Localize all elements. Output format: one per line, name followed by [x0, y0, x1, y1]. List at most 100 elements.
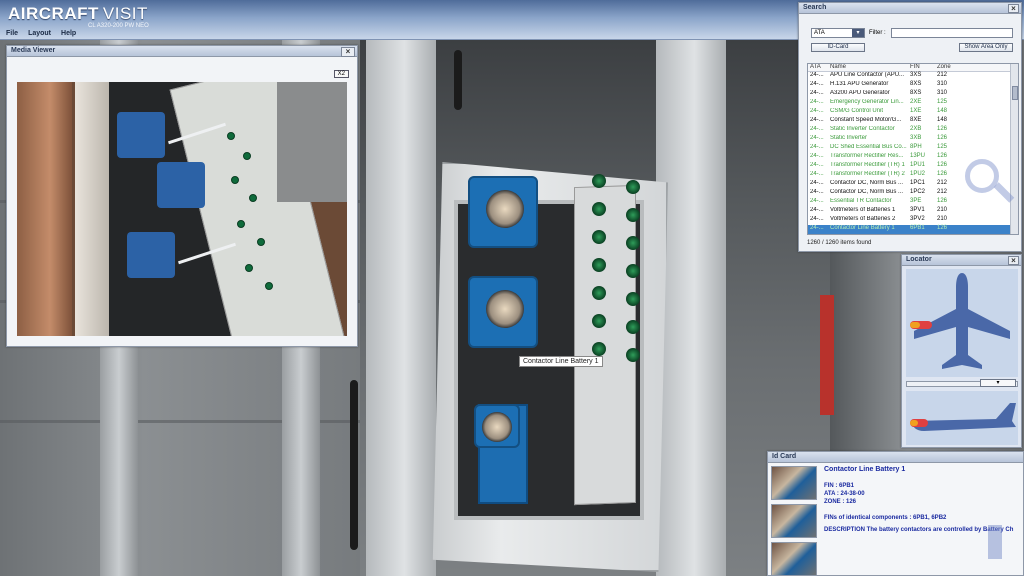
menu-file[interactable]: File — [6, 30, 18, 40]
list-item[interactable]: 24-... Essential TR Contactor 3PE 126 — [808, 198, 1018, 207]
col-ata[interactable]: ATA — [808, 64, 830, 71]
hover-tooltip: Contactor Line Battery 1 — [519, 356, 603, 367]
circuit-breaker[interactable] — [592, 174, 606, 188]
cell-name: Essential TR Contactor — [830, 198, 892, 204]
list-scrollbar[interactable] — [1010, 64, 1018, 234]
photo-thumbnail[interactable] — [771, 542, 817, 576]
cell-ata: 24-... — [810, 126, 824, 132]
aircraft-plan-icon — [910, 273, 1010, 369]
circuit-breaker[interactable] — [626, 348, 640, 362]
cell-fin: 1PC1 — [910, 180, 926, 186]
cell-ata: 24-... — [810, 225, 824, 231]
locator-title: Locator × — [902, 255, 1021, 266]
cell-fin: 3XB — [910, 135, 922, 141]
contactor-coil[interactable] — [474, 404, 520, 448]
cell-zone: 126 — [937, 135, 948, 141]
list-item[interactable]: 24-... DC Shed Essential Bus Co... 8PH 125 — [808, 144, 1018, 153]
cell-zone: 310 — [937, 90, 948, 96]
close-icon[interactable]: × — [341, 47, 355, 57]
list-item[interactable]: 24-... Emergency Generator Lin... 2XE 125 — [808, 99, 1018, 108]
circuit-breaker[interactable] — [626, 320, 640, 334]
circuit-breaker[interactable] — [626, 236, 640, 250]
list-item[interactable]: 24-... APU Line Contactor (APU... 3XS 212 — [808, 72, 1018, 81]
search-title: Search × — [799, 3, 1021, 14]
circuit-breaker[interactable] — [592, 230, 606, 244]
cell-zone: 125 — [937, 99, 948, 105]
component-list: ATA Name FIN Zone 24-... APU Line Contact… — [807, 63, 1019, 235]
cell-ata: 24-... — [810, 81, 824, 87]
col-zone[interactable]: Zone — [937, 64, 961, 71]
menu-help[interactable]: Help — [61, 30, 76, 40]
cell-ata: 24-... — [810, 108, 824, 114]
col-fin[interactable]: FIN — [910, 64, 937, 71]
battery-contactor-relay[interactable] — [468, 276, 538, 348]
list-item[interactable]: 24-... CSM/G Control Unit 1XE 148 — [808, 108, 1018, 117]
cell-name: Static Inverter — [830, 135, 868, 141]
photo-thumbnail[interactable] — [771, 504, 817, 538]
photo-thumbnail[interactable] — [771, 466, 817, 500]
result-count: 1260 / 1260 items found — [807, 240, 872, 246]
close-icon[interactable]: × — [1008, 4, 1019, 13]
close-icon[interactable]: × — [1008, 256, 1019, 265]
cell-fin: 1XE — [910, 108, 922, 114]
list-item[interactable]: 24-... Contactor Line Battery 1 6PB1 126 — [808, 225, 1018, 234]
circuit-breaker[interactable] — [592, 342, 606, 356]
col-name[interactable]: Name — [830, 64, 910, 71]
circuit-breaker[interactable] — [592, 202, 606, 216]
list-item[interactable]: 24-... H.131 APU Generator 8XS 310 — [808, 81, 1018, 90]
circuit-breaker[interactable] — [592, 286, 606, 300]
list-body: 24-... APU Line Contactor (APU... 3XS 212 24… — [808, 72, 1018, 234]
cell-zone: 310 — [937, 81, 948, 87]
list-item[interactable]: 24-... A3200 APU Generator 8XS 310 — [808, 90, 1018, 99]
cell-name: Voltmeters of Batteries 2 — [830, 216, 896, 222]
media-viewer-title: Media Viewer × — [7, 46, 357, 57]
cell-zone: 126 — [937, 153, 948, 159]
cell-ata: 24-... — [810, 162, 824, 168]
cell-name: Contactor DC, Norm Bus ... — [830, 180, 904, 186]
id-card-button[interactable]: ID-Card — [811, 43, 865, 52]
list-item[interactable]: 24-... Voltmeters of Batteries 1 3PV1 210 — [808, 207, 1018, 216]
cable — [350, 380, 358, 550]
cell-ata: 24-... — [810, 153, 824, 159]
cell-name: CSM/G Control Unit — [830, 108, 884, 114]
cell-ata: 24-... — [810, 180, 824, 186]
photo-thumbnails — [771, 466, 819, 576]
menu-layout[interactable]: Layout — [28, 30, 51, 40]
circuit-breaker[interactable] — [592, 258, 606, 272]
aircraft-side-view[interactable] — [906, 391, 1018, 445]
chevron-down-icon[interactable]: ▾ — [980, 379, 1016, 387]
component-photo[interactable] — [17, 82, 347, 336]
locator-window: Locator × ▾ — [901, 254, 1022, 448]
scrollbar-thumb[interactable] — [1012, 86, 1018, 100]
circuit-breaker[interactable] — [592, 314, 606, 328]
cell-zone: 126 — [937, 162, 948, 168]
cell-ata: 24-... — [810, 171, 824, 177]
decorative-shape — [988, 525, 1002, 559]
list-item[interactable]: 24-... Static Inverter 3XB 126 — [808, 135, 1018, 144]
cell-ata: 24-... — [810, 99, 824, 105]
cell-zone: 212 — [937, 189, 948, 195]
search-type-select[interactable]: ATA ▾ — [811, 28, 865, 38]
circuit-breaker[interactable] — [626, 180, 640, 194]
brand-first: AIRCRAFT — [8, 4, 99, 23]
brand-second: VISIT — [102, 4, 148, 23]
show-area-only-button[interactable]: Show Area Only — [959, 43, 1013, 52]
ata-value: ATA : 24-38-00 — [824, 491, 865, 497]
fin-value: FIN : 6PB1 — [824, 483, 855, 489]
cell-ata: 24-... — [810, 198, 824, 204]
circuit-breaker[interactable] — [626, 292, 640, 306]
filter-input[interactable] — [891, 28, 1013, 38]
circuit-breaker[interactable] — [626, 264, 640, 278]
list-item[interactable]: 24-... Static Inverter Contactor 2XB 126 — [808, 126, 1018, 135]
cell-zone: 212 — [937, 72, 948, 78]
zoom-x2-button[interactable]: X2 — [333, 70, 349, 78]
cell-zone: 126 — [937, 171, 948, 177]
battery-contactor-relay[interactable] — [468, 176, 538, 248]
cell-ata: 24-... — [810, 144, 824, 150]
list-item[interactable]: 24-... Constant Speed Motor/G... 8XE 148 — [808, 117, 1018, 126]
cell-name: Contactor DC, Norm Bus ... — [830, 189, 904, 195]
aircraft-top-view[interactable] — [906, 269, 1018, 377]
list-item[interactable]: 24-... Voltmeters of Batteries 2 3PV2 210 — [808, 216, 1018, 225]
circuit-breaker[interactable] — [626, 208, 640, 222]
media-viewer-window: Media Viewer × X2 — [6, 45, 358, 347]
